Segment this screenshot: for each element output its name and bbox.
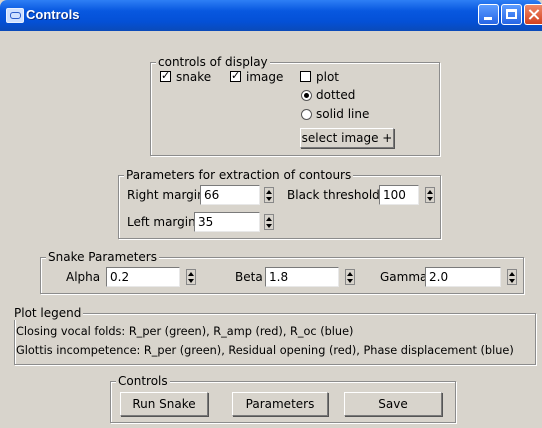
image-label: image bbox=[246, 70, 284, 84]
solid-line-label: solid line bbox=[316, 107, 370, 121]
left-margin-input[interactable]: 35 bbox=[194, 212, 260, 232]
right-margin-stepper[interactable] bbox=[264, 187, 274, 203]
black-threshold-input[interactable]: 100 bbox=[379, 185, 419, 205]
plot-legend-line-1: Closing vocal folds: R_per (green), R_am… bbox=[16, 325, 354, 338]
plot-legend-title: Plot legend bbox=[14, 306, 84, 320]
display-controls-legend: controls of display bbox=[156, 55, 270, 69]
black-threshold-label: Black threshold bbox=[287, 188, 380, 202]
parameters-label: Parameters bbox=[245, 397, 315, 411]
minimize-button[interactable] bbox=[478, 4, 499, 25]
dotted-label: dotted bbox=[316, 88, 356, 102]
plot-legend-line-2: Glottis incompetence: R_per (green), Res… bbox=[16, 344, 514, 357]
plot-checkbox[interactable] bbox=[300, 71, 311, 82]
controls-legend: Controls bbox=[116, 374, 170, 388]
right-margin-input[interactable]: 66 bbox=[200, 185, 260, 205]
image-checkbox[interactable] bbox=[230, 69, 241, 82]
contour-parameters-legend: Parameters for extraction of contours bbox=[124, 168, 354, 182]
snake-label: snake bbox=[176, 70, 212, 84]
solid-line-radio[interactable] bbox=[301, 109, 312, 120]
beta-label: Beta bbox=[235, 270, 263, 284]
black-threshold-stepper[interactable] bbox=[425, 187, 435, 203]
gamma-label: Gamma bbox=[380, 270, 428, 284]
title-bar[interactable]: Controls bbox=[0, 0, 542, 31]
maximize-button[interactable] bbox=[501, 4, 522, 25]
alpha-label: Alpha bbox=[66, 270, 101, 284]
parameters-button[interactable]: Parameters bbox=[232, 392, 328, 416]
beta-stepper[interactable] bbox=[345, 269, 355, 285]
app-icon bbox=[6, 8, 24, 23]
snake-checkbox[interactable] bbox=[160, 69, 171, 82]
run-snake-label: Run Snake bbox=[132, 397, 196, 411]
dotted-radio[interactable] bbox=[301, 90, 312, 101]
plot-label: plot bbox=[316, 70, 339, 84]
select-image-label: select image + bbox=[301, 131, 393, 145]
window-title: Controls bbox=[26, 7, 80, 22]
left-margin-label: Left margin bbox=[127, 215, 196, 229]
select-image-button[interactable]: select image + bbox=[300, 128, 394, 148]
save-label: Save bbox=[378, 397, 408, 411]
beta-input[interactable]: 1.8 bbox=[265, 267, 339, 287]
run-snake-button[interactable]: Run Snake bbox=[120, 392, 208, 416]
snake-parameters-legend: Snake Parameters bbox=[46, 250, 159, 264]
alpha-stepper[interactable] bbox=[186, 269, 196, 285]
left-margin-stepper[interactable] bbox=[264, 214, 274, 230]
right-margin-label: Right margin bbox=[127, 188, 205, 202]
close-button[interactable] bbox=[524, 4, 542, 25]
gamma-stepper[interactable] bbox=[507, 269, 517, 285]
alpha-input[interactable]: 0.2 bbox=[106, 267, 180, 287]
save-button[interactable]: Save bbox=[344, 392, 442, 416]
gamma-input[interactable]: 2.0 bbox=[425, 267, 501, 287]
